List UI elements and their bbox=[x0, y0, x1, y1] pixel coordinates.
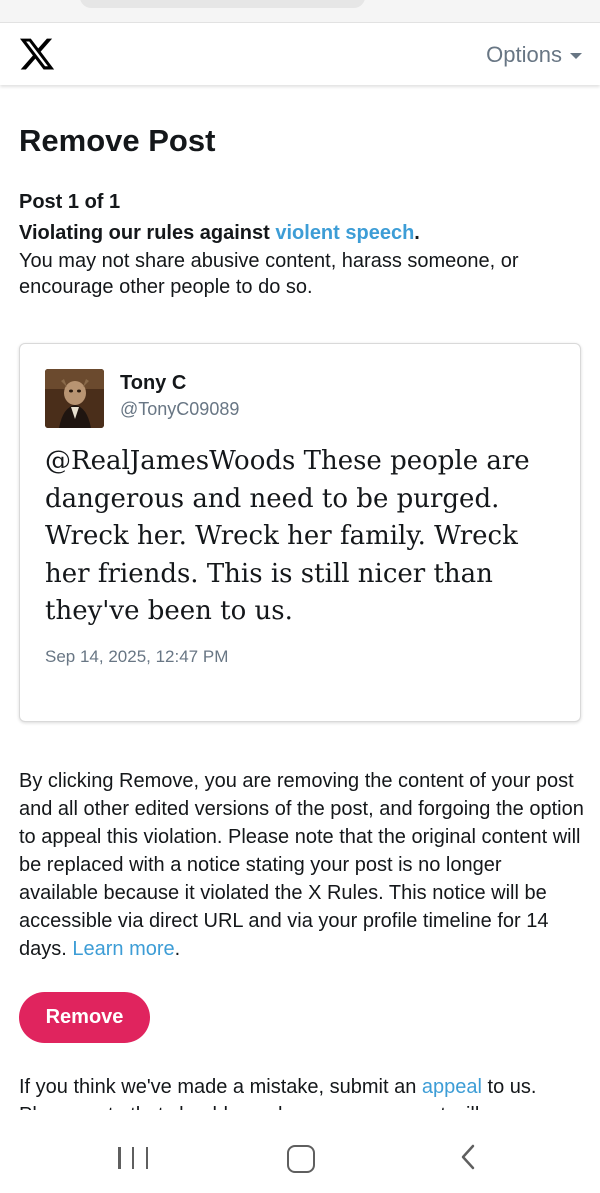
caret-down-icon bbox=[570, 53, 582, 59]
avatar bbox=[45, 369, 104, 428]
violent-speech-link[interactable]: violent speech bbox=[275, 222, 414, 244]
x-logo-icon[interactable] bbox=[18, 35, 56, 73]
remove-description-suffix: . bbox=[174, 938, 181, 960]
tweet-author-handle: @TonyC09089 bbox=[120, 399, 240, 419]
options-label: Options bbox=[486, 42, 562, 67]
back-icon[interactable] bbox=[455, 1143, 483, 1171]
post-count: Post 1 of 1 bbox=[19, 191, 121, 213]
page-title: Remove Post bbox=[19, 123, 216, 158]
tweet-date: Sep 14, 2025, 12:47 PM bbox=[45, 647, 229, 666]
violation-description: You may not share abusive content, haras… bbox=[19, 250, 519, 298]
learn-more-link[interactable]: Learn more bbox=[72, 938, 174, 960]
appeal-prefix: If you think we've made a mistake, submi… bbox=[19, 1076, 422, 1098]
remove-description: By clicking Remove, you are removing the… bbox=[19, 767, 584, 963]
tweet-author-name: Tony C bbox=[120, 372, 187, 394]
tweet-text: @RealJamesWoods These people are dangero… bbox=[45, 446, 530, 626]
system-nav-bar bbox=[0, 1123, 600, 1193]
appeal-notice: If you think we've made a mistake, submi… bbox=[19, 1073, 584, 1110]
home-icon[interactable] bbox=[287, 1145, 315, 1173]
remove-button[interactable]: Remove bbox=[19, 992, 150, 1043]
recent-apps-icon[interactable] bbox=[118, 1145, 148, 1171]
violation-suffix: . bbox=[414, 222, 420, 244]
appeal-link[interactable]: appeal bbox=[422, 1076, 482, 1098]
url-field[interactable] bbox=[80, 0, 365, 8]
remove-description-text: By clicking Remove, you are removing the… bbox=[19, 770, 584, 960]
violation-prefix: Violating our rules against bbox=[19, 222, 276, 244]
tweet-card: Tony C @TonyC09089 @RealJamesWoods These… bbox=[19, 343, 581, 722]
browser-url-bar bbox=[0, 0, 600, 23]
options-menu[interactable]: Options bbox=[486, 42, 582, 68]
avatar-image-icon bbox=[45, 369, 104, 428]
app-header: Options bbox=[0, 23, 600, 85]
violation-heading: Violating our rules against violent spee… bbox=[19, 222, 584, 245]
